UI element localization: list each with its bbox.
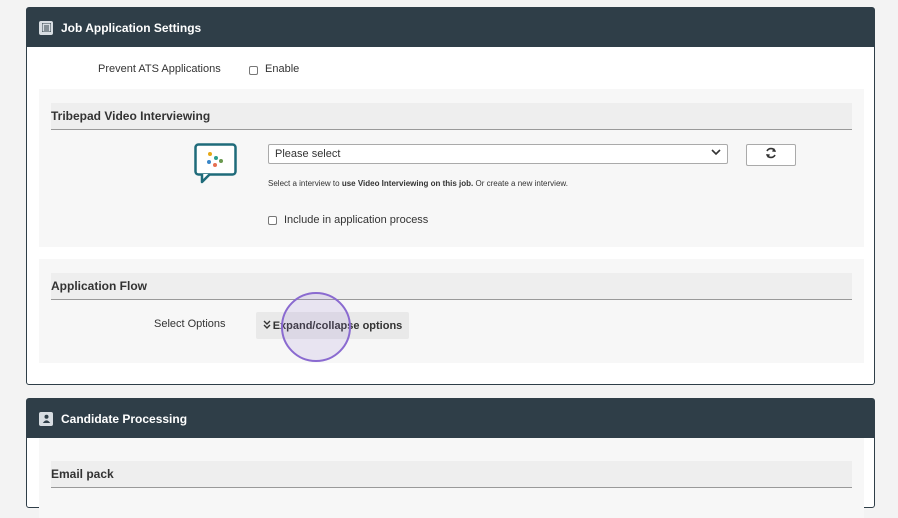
- panel-header-candidate: Candidate Processing: [27, 399, 874, 438]
- interview-select-value: Please select: [275, 148, 341, 160]
- help-bold: use Video Interviewing on this job.: [341, 179, 474, 188]
- refresh-icon: [765, 146, 777, 164]
- chevron-down-icon: [711, 148, 721, 159]
- help-pre: Select a interview to: [268, 179, 342, 188]
- candidate-processing-panel: Candidate Processing Email pack: [26, 398, 875, 518]
- panel-header: Job Application Settings: [27, 8, 874, 47]
- video-interviewing-section: Tribepad Video Interviewing Please selec…: [39, 89, 864, 247]
- double-chevron-down-icon: [263, 320, 271, 332]
- email-title-text: Email pack: [51, 467, 114, 481]
- section-title-video: Tribepad Video Interviewing: [51, 103, 852, 130]
- section-title-email: Email pack: [51, 461, 852, 488]
- enable-label: Enable: [265, 63, 300, 75]
- list-icon: [39, 20, 53, 35]
- panel-title: Job Application Settings: [61, 20, 202, 35]
- application-flow-section: Application Flow Select Options Expand/c…: [39, 259, 864, 363]
- refresh-button[interactable]: [746, 144, 796, 166]
- flow-title-text: Application Flow: [51, 279, 147, 293]
- job-application-settings-panel: Job Application Settings Prevent ATS App…: [26, 7, 875, 385]
- include-checkbox[interactable]: [268, 215, 277, 225]
- user-icon: [39, 411, 53, 426]
- prevent-ats-row: Prevent ATS Applications Enable: [27, 63, 874, 87]
- video-chat-icon: [194, 143, 238, 190]
- include-row: Include in application process: [268, 214, 428, 226]
- candidate-panel-title: Candidate Processing: [61, 411, 188, 426]
- enable-checkbox[interactable]: [249, 66, 258, 75]
- include-label: Include in application process: [284, 214, 429, 226]
- video-title-text: Tribepad Video Interviewing: [51, 109, 211, 123]
- email-pack-section: Email pack: [39, 438, 864, 518]
- section-title-flow: Application Flow: [51, 273, 852, 300]
- click-highlight-ring: [281, 292, 351, 362]
- select-options-label: Select Options: [154, 318, 226, 330]
- video-help-text: Select a interview to use Video Intervie…: [268, 179, 568, 188]
- interview-select[interactable]: Please select: [268, 144, 728, 164]
- prevent-ats-label: Prevent ATS Applications: [98, 63, 221, 75]
- help-post: Or create a new interview.: [473, 179, 568, 188]
